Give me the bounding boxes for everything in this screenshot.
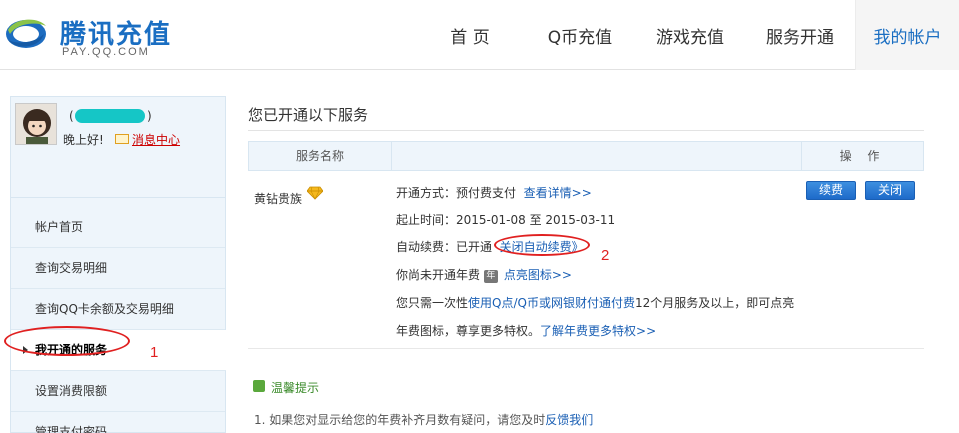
detail-annual-tip-2: 年费图标，尊享更多特权。了解年费更多特权>>: [396, 322, 656, 339]
auto-renew-label: 自动续费：: [396, 240, 457, 254]
brand-domain: PAY.QQ.COM: [62, 46, 150, 58]
message-center-link[interactable]: 消息中心: [132, 131, 180, 148]
avatar[interactable]: [15, 103, 57, 145]
header: 腾讯充值 PAY.QQ.COM 首 页 Q币充值 游戏充值 服务开通 我的帐户: [0, 0, 959, 70]
annual-privileges-link[interactable]: 了解年费更多特权>>: [540, 324, 656, 338]
sidebar-item-qq-card[interactable]: 查询QQ卡余额及交易明细: [11, 289, 225, 330]
avatar-image-icon: [16, 104, 56, 144]
sidebar-item-payment-password[interactable]: 管理支付密码: [11, 412, 225, 433]
sidebar-item-label: 设置消费限额: [35, 384, 108, 398]
annotation-circle-1: [4, 326, 130, 356]
nav-game-recharge[interactable]: 游戏充值: [640, 0, 740, 70]
close-service-button[interactable]: 关闭: [865, 181, 915, 200]
open-mode-label: 开通方式：: [396, 186, 457, 200]
row-divider: [248, 348, 924, 349]
nav-my-account[interactable]: 我的帐户: [855, 0, 959, 70]
sidebar-divider: [11, 197, 225, 198]
feedback-link[interactable]: 反馈我们: [545, 413, 593, 427]
detail-period: 起止时间：2015-01-08 至 2015-03-11: [396, 211, 615, 228]
services-table-header: 服务名称 操 作: [248, 141, 924, 171]
sidebar-item-label: 查询交易明细: [35, 261, 108, 275]
detail-open-mode: 开通方式：预付费支付 查看详情>>: [396, 184, 592, 201]
sidebar-item-spending-limit[interactable]: 设置消费限额: [11, 371, 225, 412]
nav-service-open[interactable]: 服务开通: [750, 0, 850, 70]
column-header-operations: 操 作: [801, 142, 923, 170]
title-divider: [248, 130, 924, 131]
warm-tip-text: 1. 如果您对显示给您的年费补齐月数有疑问，请您及时: [254, 413, 546, 427]
yellow-diamond-icon: [307, 186, 323, 200]
column-header-service-name: 服务名称: [249, 142, 392, 170]
username-paren-left: (: [69, 109, 74, 123]
period-label: 起止时间：: [396, 213, 457, 227]
period-value: 2015-01-08 至 2015-03-11: [456, 213, 616, 227]
service-name: 黄钻贵族: [254, 192, 303, 206]
sidebar: ( ) 晚上好! 消息中心 帐户首页 查询交易明细 查询QQ卡余额及交易明细 我…: [10, 96, 226, 433]
sidebar-item-label: 查询QQ卡余额及交易明细: [35, 302, 174, 316]
greeting-text: 晚上好!: [63, 133, 104, 147]
username-paren-right: ): [147, 109, 152, 123]
tip-icon: [253, 380, 265, 392]
annual-fee-text: 你尚未开通年费: [396, 268, 481, 282]
sidebar-item-label: 管理支付密码: [35, 425, 108, 433]
mail-icon: [115, 134, 129, 144]
username-redacted: [75, 109, 145, 123]
sidebar-menu: 帐户首页 查询交易明细 查询QQ卡余额及交易明细 我开通的服务 设置消费限额 管…: [11, 207, 226, 433]
annotation-number-2: 2: [601, 247, 610, 264]
nav-qb-recharge[interactable]: Q币充值: [530, 0, 630, 70]
detail-annual-tip: 您只需一次性使用Q点/Q币或网银财付通付费12个月服务及以上，即可点亮: [396, 294, 794, 311]
annual-tip-line2: 年费图标，尊享更多特权。: [396, 324, 541, 338]
annual-tip-suffix: 12个月服务及以上，即可点亮: [634, 296, 795, 310]
open-mode-value: 预付费支付: [456, 186, 517, 200]
annotation-circle-2: [494, 234, 590, 256]
nav-home[interactable]: 首 页: [425, 0, 515, 70]
sidebar-item-label: 帐户首页: [35, 220, 84, 234]
sidebar-item-account-home[interactable]: 帐户首页: [11, 207, 225, 248]
view-details-link[interactable]: 查看详情>>: [524, 186, 592, 200]
annual-fee-badge-icon: 年: [483, 270, 498, 283]
tencent-pay-logo-icon[interactable]: [4, 10, 48, 54]
light-icon-link[interactable]: 点亮图标>>: [504, 268, 572, 282]
warm-tip-item: 1. 如果您对显示给您的年费补齐月数有疑问，请您及时反馈我们: [254, 411, 593, 428]
auto-renew-value: 已开通: [456, 240, 493, 254]
sidebar-item-transactions[interactable]: 查询交易明细: [11, 248, 225, 289]
pay-method-link[interactable]: 使用Q点/Q币或网银财付通付费: [468, 296, 635, 310]
annotation-number-1: 1: [150, 344, 159, 361]
renew-button[interactable]: 续费: [806, 181, 856, 200]
warm-tips-title: 温馨提示: [271, 381, 320, 395]
annual-tip-prefix: 您只需一次性: [396, 296, 469, 310]
page-title: 您已开通以下服务: [248, 106, 369, 124]
detail-annual-fee: 你尚未开通年费 年点亮图标>>: [396, 266, 572, 283]
